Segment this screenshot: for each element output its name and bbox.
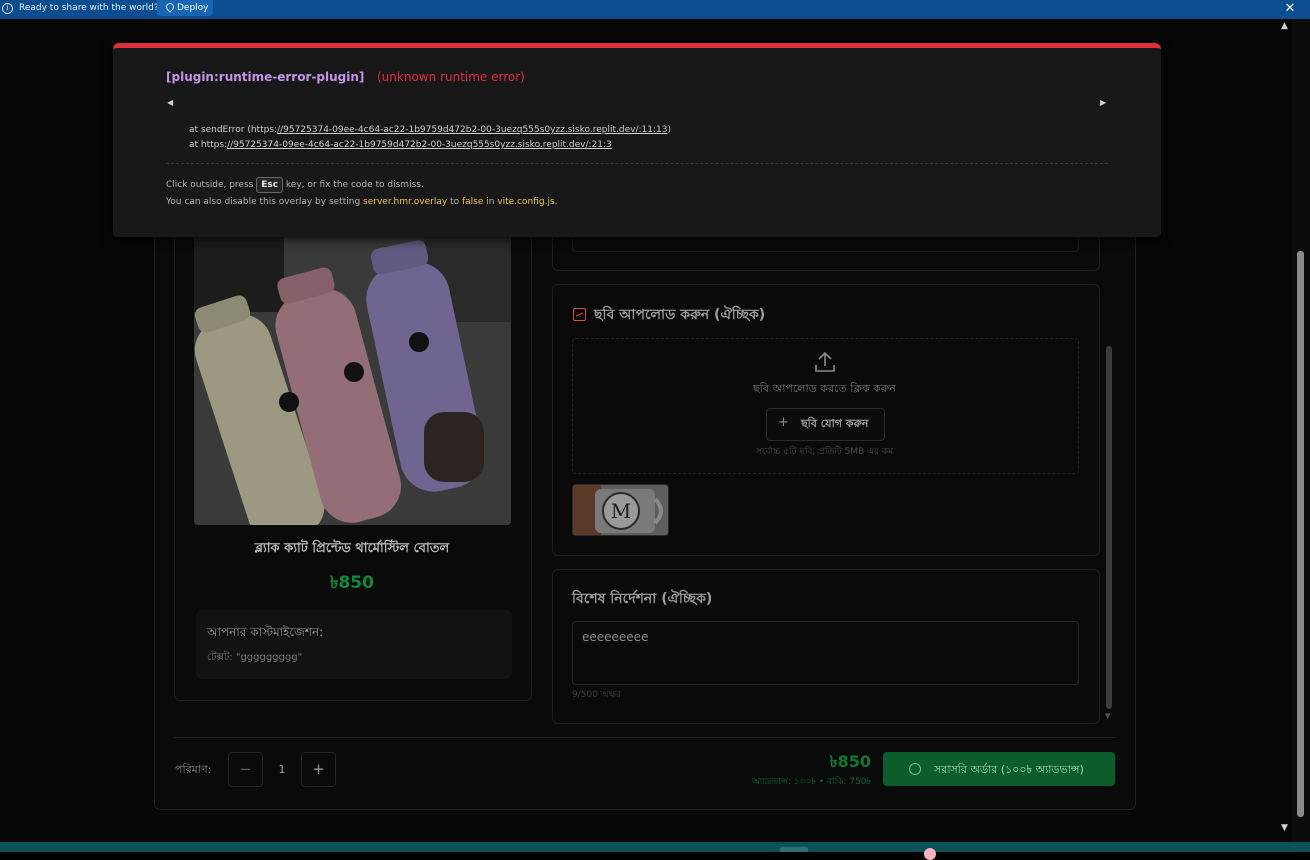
deploy-button[interactable]: Deploy [157,0,213,16]
banner-message: Ready to share with the world? [19,3,159,13]
dismiss-tip: Click outside, press Esc key, or fix the… [166,177,424,193]
overlay-divider [166,163,1108,164]
customization-summary [196,610,512,679]
dismiss-tip-text-a: Click outside, press [166,180,257,190]
page-scrollbar-thumb[interactable] [1297,251,1304,817]
customization-heading: আপনার কাস্টমাইজেশন: [207,625,324,639]
direct-order-label: সরাসরি অর্ডার (১০০৳ অ্যাডভান্স) [934,763,1084,776]
stack-frame-2-prefix: at https: [189,140,228,150]
disable-tip: You can also disable this overlay by set… [166,196,558,208]
share-banner: i Ready to share with the world? Deploy … [0,0,1310,19]
product-image [194,232,511,525]
scroll-down-arrow-icon[interactable]: ▼ [1281,822,1293,834]
vite-config-file: vite.config.js [497,197,555,207]
esc-key: Esc [256,177,284,193]
disable-tip-text-b: to [447,197,462,207]
close-banner-icon[interactable]: ✕ [1284,0,1296,17]
image-icon [573,308,586,321]
bottom-toolbar [0,842,1310,860]
stack-frame-2: at https://95725374-09ee-4c64-ac22-1b975… [189,139,612,151]
info-icon: i [2,3,13,14]
quantity-label: পরিমাণ: [175,763,212,776]
product-title: ব্ল্যাক ক্যাট প্রিন্টেড থার্মোস্টিল বোতল [254,541,450,556]
notes-counter: 9/500 অক্ষর [572,690,621,700]
quantity-value: 1 [278,763,286,776]
deploy-label: Deploy [177,3,209,13]
total-price: ৳850 [829,752,871,771]
add-image-label: ছবি যোগ করুন [801,417,869,430]
stack-frame-1-suffix: ) [667,125,671,135]
previous-error-icon[interactable]: ◀ [167,98,173,108]
check-circle-icon [909,763,921,775]
dismiss-tip-text-b: key, or fix the code to dismiss. [283,180,424,190]
next-error-icon[interactable]: ▶ [1100,98,1106,108]
notes-heading: বিশেষ নির্দেশনা (ঐচ্ছিক) [572,591,713,607]
panel-scrollbar[interactable] [1106,346,1112,709]
toolbar-tab[interactable] [780,847,808,852]
scroll-down-icon[interactable]: ▼ [1105,712,1110,720]
upload-heading: ছবি আপলোড করুন (ঐচ্ছিক) [594,307,766,323]
disable-tip-text-a: You can also disable this overlay by set… [166,197,364,207]
upload-prompt: ছবি আপলোড করতে ক্লিক করুন [753,382,896,395]
stack-frame-1: at sendError (https://95725374-09ee-4c64… [189,124,671,136]
hmr-overlay-setting: server.hmr.overlay [363,197,448,207]
upload-icon [815,351,835,372]
avatar[interactable] [924,848,936,860]
disable-tip-text-d: . [554,197,558,207]
notes-value: eeeeeeeee [582,630,649,644]
error-plugin-name: [plugin:runtime-error-plugin] [166,70,365,84]
stack-frame-2-link[interactable]: //95725374-09ee-4c64-ac22-1b9759d472b2-0… [227,140,612,150]
stack-frame-1-link[interactable]: //95725374-09ee-4c64-ac22-1b9759d472b2-0… [277,125,667,135]
stack-frame-1-prefix: at sendError (https: [189,125,278,135]
customization-text: টেক্সট: "ggggggggg" [207,652,303,663]
deploy-icon [164,1,176,13]
svg-text:M: M [611,499,631,523]
quantity-increase-button[interactable]: + [301,752,336,787]
scroll-up-icon[interactable]: ▲ [1281,20,1293,32]
error-message: (unknown runtime error) [377,70,525,84]
price-breakdown: অ্যাডভান্স: ১০০৳ • বাকি: 750৳ [751,777,871,787]
upload-hint: সর্বোচ্চ ৫টি ছবি, প্রতিটি 5MB এর কম [755,447,894,457]
plus-icon: + [778,415,789,430]
false-value: false [461,197,484,207]
quantity-decrease-button[interactable]: − [228,752,263,787]
disable-tip-text-c: in [483,197,498,207]
uploaded-image-thumbnail[interactable]: M [572,484,669,536]
product-price: ৳850 [330,573,374,593]
